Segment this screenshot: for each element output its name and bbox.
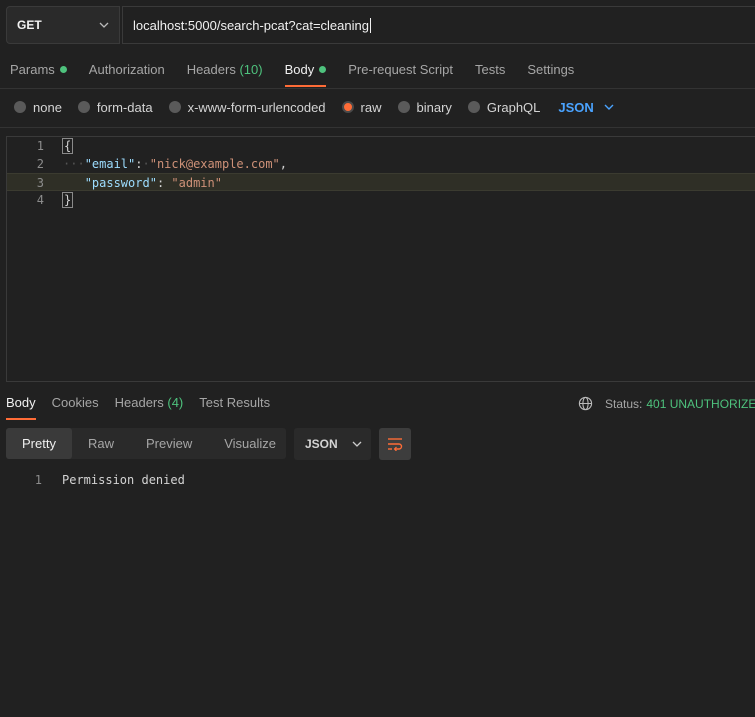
body-format-value: JSON: [558, 99, 594, 115]
editor-line: 4 }: [7, 191, 755, 209]
url-input[interactable]: localhost:5000/search-pcat?cat=cleaning: [122, 6, 755, 44]
headers-count: (4): [167, 395, 184, 410]
response-tab-body[interactable]: Body: [6, 388, 36, 420]
status-dot-icon: [59, 66, 67, 73]
radio-circle-icon: [467, 101, 480, 113]
view-visualize-button[interactable]: Visualize: [208, 428, 292, 459]
body-type-radios: none form-data x-www-form-urlencoded raw…: [14, 97, 614, 117]
close-brace: }: [62, 192, 74, 208]
response-tab-test-results[interactable]: Test Results: [199, 388, 270, 420]
request-tabs: Params Authorization Headers (10) Body P…: [10, 56, 596, 88]
radio-none[interactable]: none: [14, 100, 62, 115]
response-tab-headers[interactable]: Headers (4): [115, 388, 184, 420]
response-format-value: JSON: [305, 437, 338, 451]
radio-label: raw: [360, 99, 382, 115]
response-text: Permission denied: [62, 473, 185, 487]
http-method-value: GET: [17, 18, 42, 32]
response-body-line: 1 Permission denied: [0, 471, 300, 489]
json-key: "password": [84, 176, 157, 190]
text-caret: [369, 17, 371, 33]
globe-icon[interactable]: [578, 396, 593, 411]
tab-label: Params: [10, 62, 55, 77]
radio-selected-icon: [341, 101, 354, 113]
line-number: 1: [36, 139, 44, 153]
tab-label: Pre-request Script: [348, 62, 453, 77]
editor-line: 1 {: [7, 137, 755, 155]
tab-headers[interactable]: Headers (10): [187, 56, 263, 88]
wrap-lines-button[interactable]: [379, 428, 411, 460]
json-value: "nick@example.com": [149, 157, 280, 171]
status-dot-icon: [319, 66, 327, 73]
line-number: 4: [36, 193, 44, 207]
line-code: }: [62, 191, 74, 209]
radio-form-data[interactable]: form-data: [77, 99, 153, 115]
line-number: 2: [36, 157, 44, 171]
radio-label: none: [33, 99, 62, 115]
chevron-down-icon: [352, 441, 362, 447]
open-brace: {: [62, 138, 74, 154]
line-code: {: [62, 137, 74, 155]
tab-label: Settings: [527, 62, 575, 77]
tab-label: Headers: [186, 62, 236, 77]
tab-params[interactable]: Params: [10, 56, 67, 88]
line-code: ···"email":·"nick@example.com",: [63, 157, 288, 171]
radio-label: form-data: [96, 99, 153, 115]
radio-circle-icon: [14, 101, 26, 113]
view-pretty-button[interactable]: Pretty: [6, 428, 72, 459]
response-status: Status: 401 UNAUTHORIZED: [578, 396, 755, 411]
tab-body[interactable]: Body: [284, 56, 327, 88]
tab-settings[interactable]: Settings: [527, 56, 574, 88]
line-code: "password": "admin": [84, 176, 222, 190]
line-number: 3: [36, 176, 44, 190]
radio-label: binary: [416, 99, 452, 115]
radio-x-www-form-urlencoded[interactable]: x-www-form-urlencoded: [168, 99, 326, 115]
editor-line: 2 ···"email":·"nick@example.com",: [7, 155, 755, 173]
response-tab-cookies[interactable]: Cookies: [52, 388, 99, 420]
radio-circle-icon: [168, 101, 181, 113]
tab-label: Body: [284, 62, 315, 77]
url-value: localhost:5000/search-pcat?cat=cleaning: [133, 17, 369, 33]
response-view-modes: Pretty Raw Preview Visualize: [6, 428, 286, 459]
request-body-editor[interactable]: 1 { 2 ···"email":·"nick@example.com", 3 …: [6, 136, 755, 382]
headers-count: (10): [239, 62, 263, 77]
tab-label: Authorization: [88, 62, 165, 77]
response-tabs: Body Cookies Headers (4) Test Results: [6, 388, 286, 420]
line-number: 1: [34, 473, 42, 487]
divider: [0, 127, 755, 128]
tab-label: Headers: [114, 395, 164, 410]
radio-circle-icon: [397, 101, 410, 113]
json-value: "admin": [171, 176, 222, 190]
status-value: 401 UNAUTHORIZED: [646, 396, 755, 411]
response-format-select[interactable]: JSON: [294, 428, 371, 460]
json-key: "email": [84, 157, 136, 171]
radio-graphql[interactable]: GraphQL: [467, 99, 541, 115]
view-preview-button[interactable]: Preview: [130, 428, 208, 459]
http-method-select[interactable]: GET: [6, 6, 120, 44]
status-label: Status:: [605, 396, 643, 411]
body-format-select[interactable]: JSON: [558, 99, 614, 115]
chevron-down-icon: [604, 104, 614, 110]
radio-raw[interactable]: raw: [341, 99, 382, 115]
wrap-lines-icon: [388, 438, 403, 451]
editor-line-current: 3 "password": "admin": [7, 173, 755, 191]
tab-tests[interactable]: Tests: [475, 56, 505, 88]
tab-pre-request-script[interactable]: Pre-request Script: [348, 56, 453, 88]
view-raw-button[interactable]: Raw: [72, 428, 130, 459]
radio-circle-icon: [77, 101, 90, 113]
tab-label: Tests: [474, 62, 506, 77]
radio-label: GraphQL: [486, 99, 541, 115]
radio-binary[interactable]: binary: [397, 99, 452, 115]
tab-authorization[interactable]: Authorization: [89, 56, 165, 88]
radio-label: x-www-form-urlencoded: [187, 99, 326, 115]
divider: [0, 88, 755, 89]
chevron-down-icon: [99, 22, 109, 28]
